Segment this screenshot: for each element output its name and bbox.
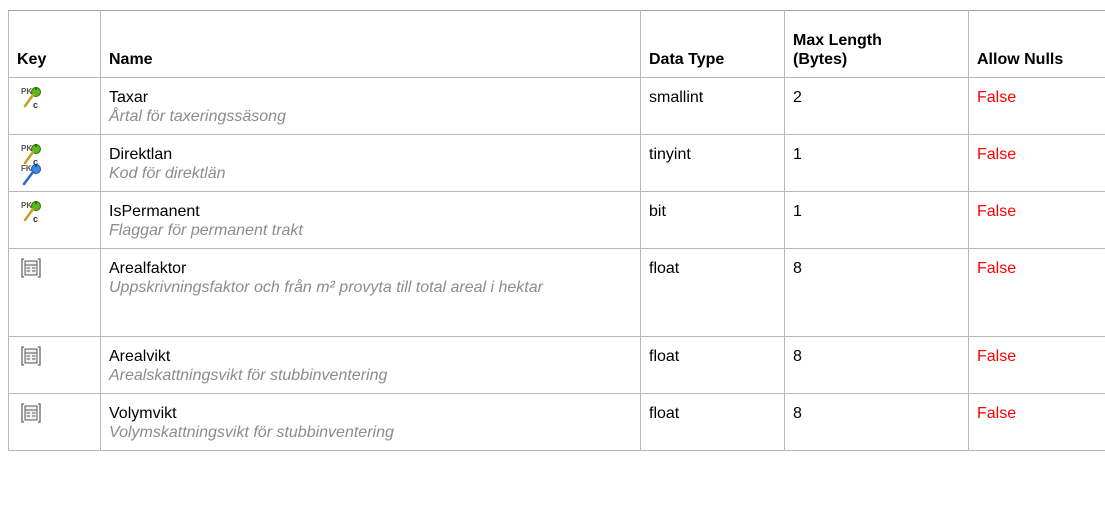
key-cell — [8, 336, 101, 394]
allow-nulls-cell: False — [968, 191, 1105, 249]
header-max-length-line2: (Bytes) — [793, 51, 848, 68]
name-cell: Arealfaktor Uppskrivningsfaktor och från… — [100, 248, 641, 337]
column-description: Flaggar för permanent trakt — [109, 222, 303, 239]
primary-key-icon — [21, 86, 43, 110]
column-description: Kod för direktlän — [109, 165, 226, 182]
header-key: Key — [8, 10, 101, 78]
table-row: Taxar Årtal för taxeringssäsong smallint… — [8, 77, 1105, 135]
max-length-cell: 2 — [784, 77, 969, 135]
max-length-cell: 1 — [784, 134, 969, 192]
key-cell — [8, 248, 101, 337]
columns-table: Key Name Data Type Max Length (Bytes) All… — [8, 10, 1105, 451]
name-cell: IsPermanent Flaggar för permanent trakt — [100, 191, 641, 249]
allow-nulls-cell: False — [968, 336, 1105, 394]
header-data-type: Data Type — [640, 10, 785, 78]
key-cell — [8, 393, 101, 451]
name-cell: Taxar Årtal för taxeringssäsong — [100, 77, 641, 135]
column-name: Volymvikt — [109, 405, 177, 422]
allow-nulls-cell: False — [968, 248, 1105, 337]
data-type-cell: float — [640, 248, 785, 337]
name-cell: Arealvikt Arealskattningsvikt för stubbi… — [100, 336, 641, 394]
column-icon — [21, 345, 41, 367]
table-row: IsPermanent Flaggar för permanent trakt … — [8, 191, 1105, 249]
column-description: Uppskrivningsfaktor och från m² provyta … — [109, 279, 543, 296]
column-name: Arealvikt — [109, 348, 171, 365]
table-row: Direktlan Kod för direktlän tinyint 1 Fa… — [8, 134, 1105, 192]
header-name: Name — [100, 10, 641, 78]
max-length-cell: 8 — [784, 336, 969, 394]
max-length-cell: 1 — [784, 191, 969, 249]
column-description: Årtal för taxeringssäsong — [109, 108, 286, 125]
name-cell: Direktlan Kod för direktlän — [100, 134, 641, 192]
column-icon — [21, 257, 41, 279]
table-header-row: Key Name Data Type Max Length (Bytes) All… — [8, 10, 1105, 78]
table-row: Arealvikt Arealskattningsvikt för stubbi… — [8, 336, 1105, 394]
allow-nulls-cell: False — [968, 393, 1105, 451]
allow-nulls-cell: False — [968, 77, 1105, 135]
column-name: Direktlan — [109, 146, 173, 163]
data-type-cell: tinyint — [640, 134, 785, 192]
table-row: Arealfaktor Uppskrivningsfaktor och från… — [8, 248, 1105, 337]
key-cell — [8, 77, 101, 135]
column-icon — [21, 402, 41, 424]
table-row: Volymvikt Volymskattningsvikt för stubbi… — [8, 393, 1105, 451]
header-max-length-line1: Max Length — [793, 32, 882, 49]
header-allow-nulls: Allow Nulls — [968, 10, 1105, 78]
data-type-cell: float — [640, 336, 785, 394]
column-name: Arealfaktor — [109, 260, 187, 277]
data-type-cell: float — [640, 393, 785, 451]
header-max-length: Max Length (Bytes) — [784, 10, 969, 78]
column-name: IsPermanent — [109, 203, 200, 220]
allow-nulls-cell: False — [968, 134, 1105, 192]
data-type-cell: bit — [640, 191, 785, 249]
column-description: Arealskattningsvikt för stubbinventering — [109, 367, 388, 384]
key-cell — [8, 134, 101, 192]
max-length-cell: 8 — [784, 248, 969, 337]
data-type-cell: smallint — [640, 77, 785, 135]
column-name: Taxar — [109, 89, 149, 106]
foreign-key-icon — [21, 163, 43, 187]
name-cell: Volymvikt Volymskattningsvikt för stubbi… — [100, 393, 641, 451]
max-length-cell: 8 — [784, 393, 969, 451]
key-cell — [8, 191, 101, 249]
column-description: Volymskattningsvikt för stubbinventering — [109, 424, 394, 441]
primary-key-icon — [21, 200, 43, 224]
